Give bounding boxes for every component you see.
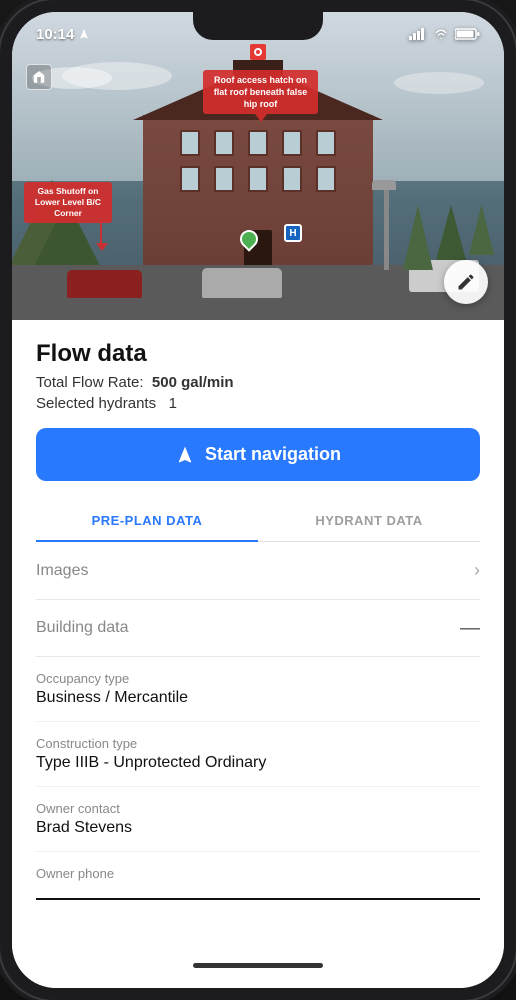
status-icons: [409, 28, 480, 40]
total-flow-value: 500 gal/min: [152, 374, 234, 391]
edit-icon: [456, 272, 476, 292]
tab-hydrant[interactable]: HYDRANT DATA: [258, 501, 480, 541]
owner-contact-label: Owner contact: [36, 801, 480, 816]
building-icon-badge[interactable]: [26, 64, 52, 90]
occupancy-type-field: Occupancy type Business / Mercantile: [36, 657, 480, 722]
building-data-list-item[interactable]: Building data —: [36, 600, 480, 657]
phone-frame: 10:14: [0, 0, 516, 1000]
tab-pre-plan-label: PRE-PLAN DATA: [92, 513, 203, 528]
section-title: Flow data: [36, 320, 480, 368]
images-label: Images: [36, 562, 88, 580]
flow-data-section: Flow data Total Flow Rate: 500 gal/min S…: [36, 320, 480, 412]
trees-right: [403, 205, 494, 270]
navigation-button-label: Start navigation: [205, 444, 341, 465]
signal-icon: [409, 28, 427, 40]
total-flow-row: Total Flow Rate: 500 gal/min: [36, 374, 480, 391]
construction-type-label: Construction type: [36, 736, 480, 751]
lamp-post-right: [384, 190, 389, 270]
owner-contact-field: Owner contact Brad Stevens: [36, 787, 480, 852]
main-building: [143, 115, 373, 270]
tab-pre-plan[interactable]: PRE-PLAN DATA: [36, 501, 258, 542]
location-icon: [78, 28, 90, 40]
construction-type-value: Type IIIB - Unprotected Ordinary: [36, 754, 480, 772]
total-flow-label: Total Flow Rate:: [36, 374, 144, 391]
start-navigation-button[interactable]: Start navigation: [36, 428, 480, 481]
tab-hydrant-label: HYDRANT DATA: [315, 513, 422, 528]
building-data-label: Building data: [36, 619, 129, 637]
occupancy-type-value: Business / Mercantile: [36, 689, 480, 707]
roof-annotation: Roof access hatch on flat roof beneath f…: [203, 70, 318, 114]
building-data-fields: Occupancy type Business / Mercantile Con…: [36, 657, 480, 900]
building-photo: H Roof access hatch on flat roof beneath…: [12, 12, 504, 320]
wifi-icon: [433, 28, 449, 40]
time-display: 10:14: [36, 26, 74, 43]
green-marker: [240, 230, 258, 248]
images-chevron-icon: ›: [474, 560, 480, 581]
home-indicator: [193, 963, 323, 968]
owner-contact-value: Brad Stevens: [36, 819, 480, 837]
construction-type-field: Construction type Type IIIB - Unprotecte…: [36, 722, 480, 787]
blue-marker: H: [284, 224, 302, 242]
content-area: Flow data Total Flow Rate: 500 gal/min S…: [12, 320, 504, 988]
car-center: [202, 268, 282, 298]
selected-hydrants-label: Selected hydrants: [36, 395, 156, 412]
owner-phone-label: Owner phone: [36, 866, 480, 881]
building-data-minus-icon: —: [460, 618, 480, 638]
hydrant-row: Selected hydrants 1: [36, 395, 480, 412]
gas-shutoff-annotation: Gas Shutoff on Lower Level B/C Corner: [24, 182, 112, 223]
occupancy-type-label: Occupancy type: [36, 671, 480, 686]
navigation-icon: [175, 445, 195, 465]
images-list-item[interactable]: Images ›: [36, 542, 480, 600]
owner-phone-field: Owner phone: [36, 852, 480, 900]
status-time: 10:14: [36, 26, 90, 43]
battery-icon: [455, 28, 480, 40]
selected-hydrants-value: 1: [169, 395, 177, 412]
car-left: [67, 270, 142, 298]
notch: [193, 12, 323, 40]
building-icon-svg: [32, 70, 46, 84]
phone-screen: 10:14: [12, 12, 504, 988]
edit-button[interactable]: [444, 260, 488, 304]
tab-bar: PRE-PLAN DATA HYDRANT DATA: [36, 501, 480, 542]
